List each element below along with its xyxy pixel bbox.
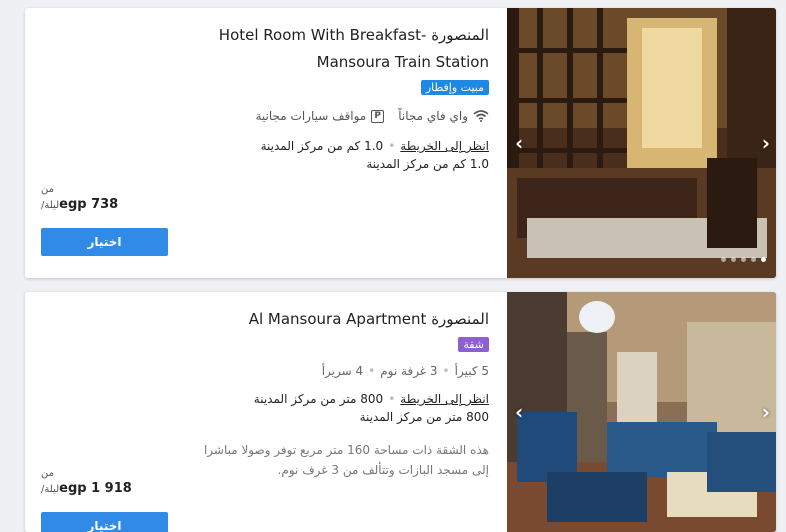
hotel-room-photo (507, 8, 776, 278)
carousel-dot[interactable] (741, 257, 746, 262)
amenity-parking: P مواقف سيارات مجانية (256, 109, 385, 123)
board-type-badge: مبيت وإفطار (420, 80, 489, 95)
price: /ليلةegp 738 (41, 197, 169, 212)
room-specs: 5 كبيرأ • 3 غرفة نوم • 4 سريرأ (189, 364, 489, 378)
dot-separator: • (368, 364, 376, 378)
listing-title[interactable]: المنصورة -Hotel Room With Breakfast Mans… (189, 22, 489, 76)
select-button[interactable]: اختيار (41, 512, 168, 532)
listing-info: المنصورة -Hotel Room With Breakfast Mans… (189, 22, 489, 173)
carousel-prev-icon[interactable]: ‹ (515, 400, 523, 424)
from-label: من (41, 184, 54, 195)
carousel-next-icon[interactable]: › (762, 131, 770, 155)
price-box: من /ليلةegp 1 918 اختيار (41, 468, 169, 532)
per-night-label: /ليلة (41, 484, 60, 495)
location-line: انظر إلى الخريطة • 1.0 كم من مركز المدينة (189, 137, 489, 155)
price-value: egp 1 918 (59, 481, 132, 496)
price: /ليلةegp 1 918 (41, 481, 169, 496)
select-button[interactable]: اختيار (41, 228, 168, 256)
listing-info: المنصورة Al Mansoura Apartment شقة 5 كبي… (189, 306, 489, 480)
carousel-dot[interactable] (721, 257, 726, 262)
amenities-list: واي فاي مجاناً P مواقف سيارات مجانية (189, 109, 489, 123)
property-type-badge: شقة (458, 337, 489, 352)
apartment-photo (507, 292, 776, 532)
distance-line-2: 800 متر من مركز المدينة (359, 410, 489, 424)
listing-description: هذه الشقة ذات مساحة 160 متر مربع توفر وص… (203, 443, 489, 477)
listing-card[interactable]: ‹ › المنصورة -Hotel Room With Breakfast … (25, 8, 776, 278)
from-label: من (41, 468, 54, 479)
dot-separator: • (388, 139, 396, 153)
parking-icon: P (371, 109, 385, 123)
price-value: egp 738 (59, 197, 119, 212)
listing-photo-carousel[interactable]: ‹ › (507, 8, 776, 278)
map-link[interactable]: انظر إلى الخريطة (400, 139, 489, 153)
dot-separator: • (388, 392, 396, 406)
carousel-prev-icon[interactable]: ‹ (515, 131, 523, 155)
spec-beds: 4 سريرأ (321, 364, 364, 378)
spec-guests: 5 كبيرأ (454, 364, 489, 378)
distance-line-2: 1.0 كم من مركز المدينة (366, 157, 489, 171)
amenity-label: واي فاي مجاناً (398, 109, 468, 123)
amenity-wifi: واي فاي مجاناً (398, 109, 489, 123)
listing-photo-carousel[interactable]: ‹ › (507, 292, 776, 532)
listing-card[interactable]: ‹ › المنصورة Al Mansoura Apartment شقة 5… (25, 292, 776, 532)
distance-text: 800 متر من مركز المدينة (253, 392, 384, 406)
carousel-next-icon[interactable]: › (762, 400, 770, 424)
carousel-dot[interactable] (731, 257, 736, 262)
wifi-icon (473, 110, 489, 122)
location-line: انظر إلى الخريطة • 800 متر من مركز المدينة (189, 390, 489, 408)
listing-title[interactable]: المنصورة Al Mansoura Apartment (189, 306, 489, 333)
distance-text: 1.0 كم من مركز المدينة (260, 139, 384, 153)
carousel-dot[interactable] (751, 257, 756, 262)
spec-bedrooms: 3 غرفة نوم (380, 364, 438, 378)
dot-separator: • (442, 364, 450, 378)
price-box: من /ليلةegp 738 اختيار (41, 184, 169, 256)
map-link[interactable]: انظر إلى الخريطة (400, 392, 489, 406)
carousel-dots (721, 257, 766, 262)
per-night-label: /ليلة (41, 200, 60, 211)
carousel-dot-active[interactable] (761, 257, 766, 262)
amenity-label: مواقف سيارات مجانية (255, 109, 367, 123)
